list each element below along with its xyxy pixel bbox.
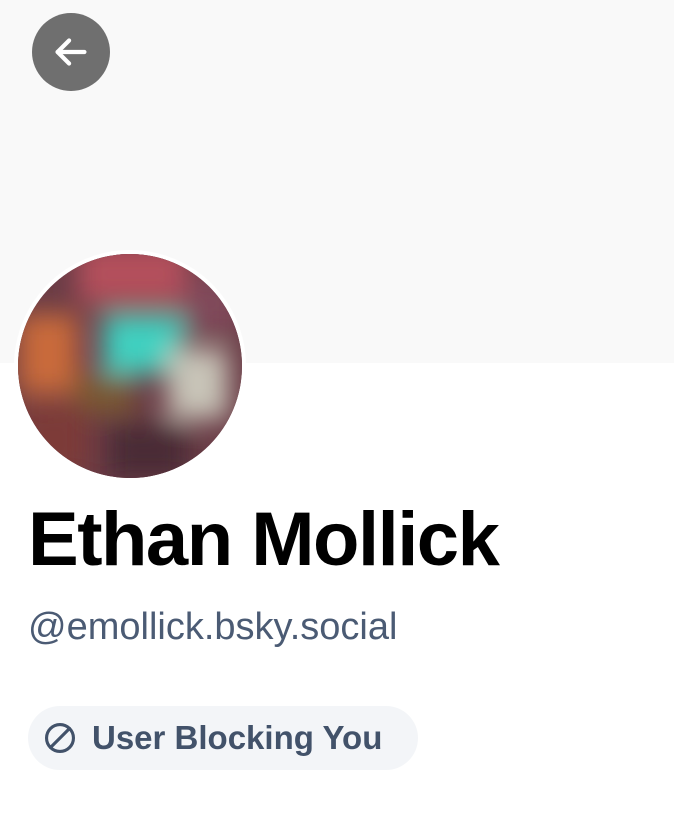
- back-button[interactable]: [32, 13, 110, 91]
- profile-page: Ethan Mollick @emollick.bsky.social User…: [0, 0, 674, 816]
- avatar-image: [18, 254, 242, 478]
- arrow-left-icon: [55, 38, 87, 66]
- ban-icon: [42, 720, 78, 756]
- user-blocking-badge: User Blocking You: [28, 706, 418, 770]
- display-name: Ethan Mollick: [28, 497, 500, 582]
- avatar[interactable]: [14, 250, 246, 482]
- user-handle: @emollick.bsky.social: [28, 606, 398, 648]
- block-status-label: User Blocking You: [92, 719, 383, 756]
